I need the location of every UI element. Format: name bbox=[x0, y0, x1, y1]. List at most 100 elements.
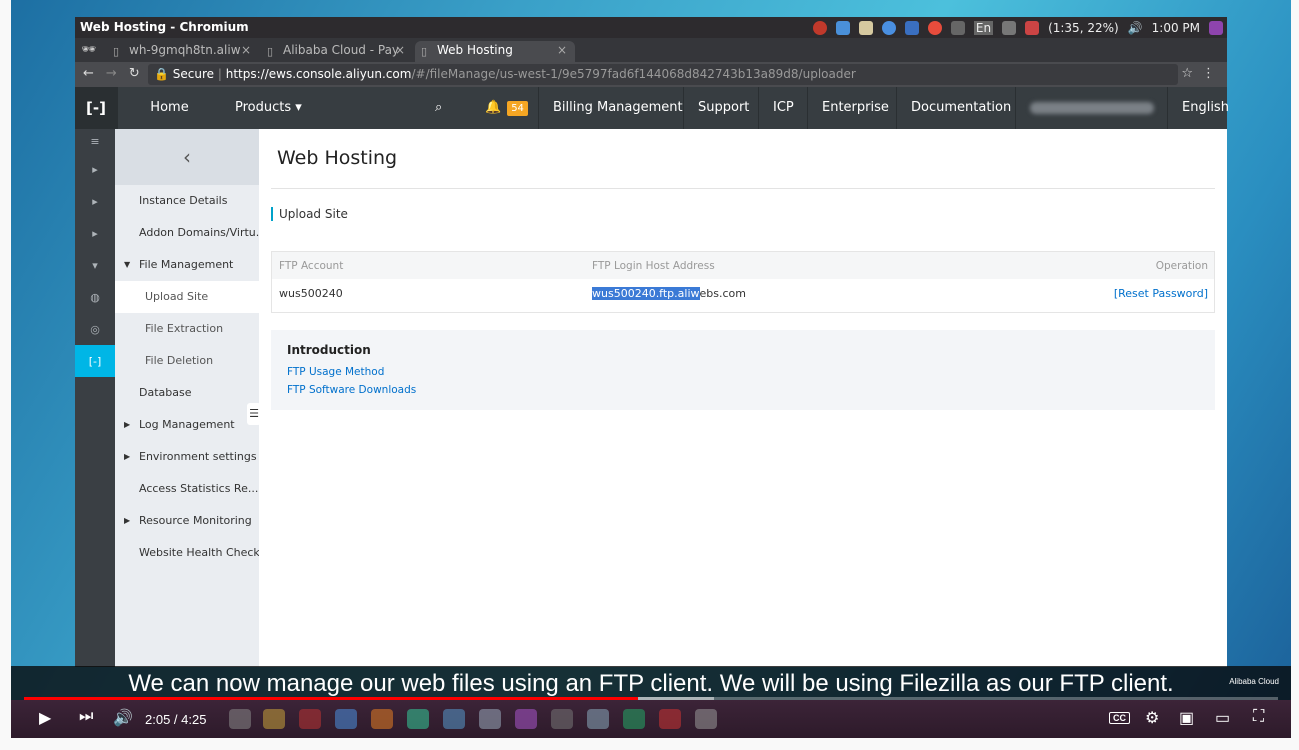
col-ftp-account: FTP Account bbox=[279, 260, 344, 272]
tab-1[interactable]: ▯ wh-9gmqh8tn.aliw × bbox=[107, 41, 259, 62]
reset-password-link[interactable]: [Reset Password] bbox=[1114, 287, 1208, 300]
close-icon[interactable]: × bbox=[395, 43, 405, 57]
video-player[interactable]: Web Hosting - Chromium En (1:35, 22%) 🔊 … bbox=[11, 0, 1291, 738]
window-title: Web Hosting - Chromium bbox=[80, 20, 249, 34]
sidebar-item-label: File Management bbox=[139, 258, 234, 271]
sidebar-item-file-deletion[interactable]: File Deletion bbox=[115, 345, 259, 377]
caret-right-icon: ▶ bbox=[124, 516, 131, 525]
address-bar-row: ← → ↻ 🔒 Secure | https://ews.console.ali… bbox=[75, 62, 1227, 87]
captions-button[interactable]: CC bbox=[1109, 712, 1130, 724]
page-icon: ▯ bbox=[113, 45, 120, 58]
introduction-panel: Introduction FTP Usage Method FTP Softwa… bbox=[271, 330, 1215, 410]
sidebar: ‹ Instance Details Addon Domains/Virtu..… bbox=[115, 129, 259, 667]
browser-tabstrip: 🕶 ▯ wh-9gmqh8tn.aliw × ▯ Alibaba Cloud -… bbox=[75, 38, 1227, 62]
ftp-software-link[interactable]: FTP Software Downloads bbox=[287, 384, 1199, 396]
section-title: Upload Site bbox=[271, 207, 348, 221]
tab-3[interactable]: ▯ Web Hosting × bbox=[415, 41, 575, 62]
sidebar-item-upload-site[interactable]: Upload Site bbox=[115, 281, 259, 313]
miniplayer-icon[interactable]: ▣ bbox=[1179, 708, 1194, 728]
aliyun-logo-icon[interactable]: [-] bbox=[75, 87, 117, 129]
keyboard-lang[interactable]: En bbox=[973, 20, 994, 35]
bluetooth-icon[interactable] bbox=[904, 20, 919, 35]
back-icon[interactable]: ← bbox=[83, 66, 94, 81]
record-icon[interactable] bbox=[812, 20, 827, 35]
nav-notifications[interactable]: 🔔 54 bbox=[471, 87, 542, 129]
blocked-icon[interactable] bbox=[927, 20, 942, 35]
sidebar-item-file-extraction[interactable]: File Extraction bbox=[115, 313, 259, 345]
volume-icon[interactable]: 🔊 bbox=[113, 708, 133, 728]
clipboard-icon[interactable] bbox=[858, 20, 873, 35]
ftp-usage-link[interactable]: FTP Usage Method bbox=[287, 366, 1199, 378]
battery-icon[interactable] bbox=[1025, 20, 1040, 35]
volume-icon[interactable]: 🔊 bbox=[1128, 21, 1143, 35]
play-icon[interactable]: ▶ bbox=[39, 708, 51, 728]
expand-icon[interactable]: ▸ bbox=[75, 185, 115, 217]
sidebar-item-resource-monitoring[interactable]: ▶ Resource Monitoring bbox=[115, 505, 259, 537]
lock-icon: 🔒 bbox=[154, 67, 169, 81]
sidebar-item-environment-settings[interactable]: ▶ Environment settings bbox=[115, 441, 259, 473]
tab-2[interactable]: ▯ Alibaba Cloud - Pay × bbox=[261, 41, 413, 62]
close-icon[interactable]: × bbox=[241, 43, 251, 57]
sidebar-item-instance-details[interactable]: Instance Details bbox=[115, 185, 259, 217]
nav-billing[interactable]: Billing Management bbox=[538, 87, 697, 129]
dropbox-icon[interactable] bbox=[835, 20, 850, 35]
console-topnav: [-] Home Products ▾ ⌕ 🔔 54 Billing Manage… bbox=[75, 87, 1229, 129]
nav-products[interactable]: Products ▾ bbox=[221, 87, 316, 129]
menu-icon[interactable]: ⋮ bbox=[1202, 66, 1215, 81]
sidebar-item-addon-domains[interactable]: Addon Domains/Virtu... bbox=[115, 217, 259, 249]
menu-icon[interactable]: ≡ bbox=[75, 129, 115, 153]
url-input[interactable]: 🔒 Secure | https://ews.console.aliyun.co… bbox=[148, 64, 1178, 85]
www-icon[interactable]: ◎ bbox=[75, 313, 115, 345]
forward-icon[interactable]: → bbox=[106, 66, 117, 81]
account-email[interactable] bbox=[1015, 87, 1168, 129]
main-content: Web Hosting Upload Site FTP Account FTP … bbox=[259, 129, 1227, 667]
sidebar-item-access-statistics[interactable]: Access Statistics Re... bbox=[115, 473, 259, 505]
video-progress-bar[interactable] bbox=[24, 697, 1278, 700]
settings-gear-icon[interactable]: ⚙ bbox=[1145, 708, 1159, 728]
session-icon[interactable] bbox=[1209, 20, 1223, 35]
watermark: Alibaba Cloud bbox=[1229, 677, 1279, 686]
nav-icp[interactable]: ICP bbox=[758, 87, 808, 129]
theater-mode-icon[interactable]: ▭ bbox=[1215, 708, 1230, 728]
nav-support[interactable]: Support bbox=[683, 87, 763, 129]
web-hosting-icon[interactable]: [-] bbox=[75, 345, 115, 377]
sidebar-item-label: Resource Monitoring bbox=[139, 514, 252, 527]
incognito-icon: 🕶 bbox=[81, 42, 97, 56]
fullscreen-icon[interactable]: ⛶ bbox=[1253, 708, 1264, 726]
col-operation: Operation bbox=[1155, 260, 1208, 272]
sidebar-item-database[interactable]: Database bbox=[115, 377, 259, 409]
page-title: Web Hosting bbox=[277, 147, 398, 169]
os-top-bar: Web Hosting - Chromium En (1:35, 22%) 🔊 … bbox=[75, 17, 1227, 38]
watermark-text: Alibaba Cloud bbox=[1229, 677, 1279, 686]
url-path: /#/fileManage/us-west-1/9e5797fad6f14406… bbox=[411, 67, 856, 81]
caret-right-icon: ▶ bbox=[124, 452, 131, 461]
ftp-account-value: wus500240 bbox=[279, 287, 343, 300]
close-icon[interactable]: × bbox=[557, 43, 567, 57]
expand-icon[interactable]: ▸ bbox=[75, 217, 115, 249]
star-icon[interactable]: ☆ bbox=[1181, 66, 1193, 81]
network-icon[interactable] bbox=[950, 20, 965, 35]
back-chevron-icon[interactable]: ‹ bbox=[115, 129, 259, 185]
sidebar-item-log-management[interactable]: ▶ Log Management bbox=[115, 409, 259, 441]
sidebar-item-file-management[interactable]: ▼ File Management bbox=[115, 249, 259, 281]
expand-icon[interactable]: ▸ bbox=[75, 153, 115, 185]
search-icon[interactable]: ⌕ bbox=[421, 87, 456, 129]
globe-icon[interactable]: ◍ bbox=[75, 281, 115, 313]
tab-label: Alibaba Cloud - Pay bbox=[283, 43, 400, 57]
mail-icon[interactable] bbox=[1002, 20, 1017, 35]
next-icon[interactable]: ⏭ bbox=[79, 708, 93, 726]
ftp-host-value[interactable]: wus500240.ftp.aliwebs.com bbox=[592, 287, 746, 300]
nav-language[interactable]: English bbox=[1167, 87, 1243, 129]
nav-documentation[interactable]: Documentation bbox=[896, 87, 1025, 129]
collapse-icon[interactable]: ▾ bbox=[75, 249, 115, 281]
notification-badge: 54 bbox=[507, 101, 528, 116]
ftp-table: FTP Account FTP Login Host Address Opera… bbox=[271, 251, 1215, 313]
clock[interactable]: 1:00 PM bbox=[1152, 21, 1200, 35]
sidebar-item-website-health-check[interactable]: Website Health Check bbox=[115, 537, 259, 569]
nav-home[interactable]: Home bbox=[117, 87, 221, 129]
chrome-icon[interactable] bbox=[881, 20, 896, 35]
played-bar bbox=[24, 697, 639, 700]
reload-icon[interactable]: ↻ bbox=[129, 66, 140, 81]
nav-enterprise[interactable]: Enterprise bbox=[807, 87, 903, 129]
selected-text: wus500240.ftp.aliw bbox=[592, 287, 700, 300]
